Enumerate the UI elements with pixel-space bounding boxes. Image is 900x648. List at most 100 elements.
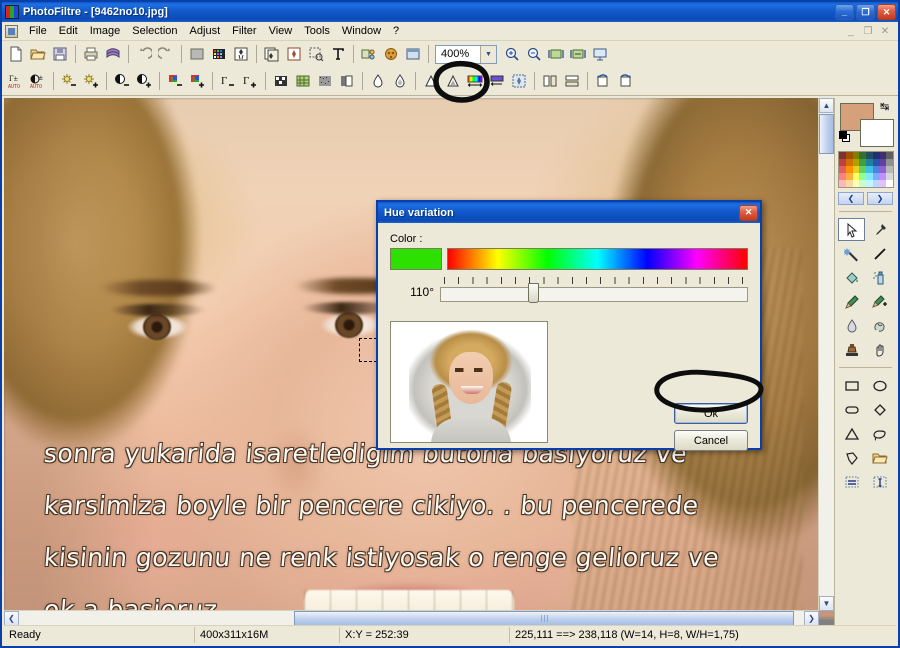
palette-swatch[interactable] bbox=[859, 152, 866, 159]
default-colors-icon[interactable] bbox=[839, 131, 851, 143]
triangle-shape-tool[interactable] bbox=[838, 422, 865, 445]
saturation-minus-button[interactable] bbox=[164, 70, 186, 92]
horizontal-text-button[interactable] bbox=[838, 470, 865, 493]
transparency-button[interactable] bbox=[508, 70, 530, 92]
menu-item-window[interactable]: Window bbox=[336, 24, 387, 38]
palette-swatch[interactable] bbox=[886, 173, 893, 180]
color-palette-grid[interactable] bbox=[838, 151, 894, 188]
rotate-left-button[interactable] bbox=[592, 70, 614, 92]
color-replace-button[interactable] bbox=[486, 70, 508, 92]
palette-swatch[interactable] bbox=[839, 173, 846, 180]
print-button[interactable] bbox=[80, 43, 102, 65]
palette-swatch[interactable] bbox=[845, 173, 853, 180]
palette-swatch[interactable] bbox=[866, 152, 873, 159]
contrast-minus-button[interactable] bbox=[111, 70, 133, 92]
flip-vertical-button[interactable] bbox=[561, 70, 583, 92]
magic-wand-tool[interactable] bbox=[838, 242, 865, 265]
restore-button[interactable]: ❐ bbox=[856, 4, 875, 20]
hand-tool[interactable] bbox=[866, 338, 893, 361]
grayscale-button[interactable] bbox=[186, 43, 208, 65]
horizontal-scrollbar[interactable]: ❮ ❯ bbox=[4, 610, 819, 626]
sharpen-button[interactable] bbox=[420, 70, 442, 92]
new-document-button[interactable] bbox=[5, 43, 27, 65]
palette-swatch[interactable] bbox=[886, 180, 893, 187]
rotate-right-button[interactable] bbox=[614, 70, 636, 92]
paint-bucket-tool[interactable] bbox=[838, 266, 865, 289]
vertical-scrollbar[interactable]: ▲ ▼ bbox=[818, 98, 834, 611]
flip-horizontal-button[interactable] bbox=[539, 70, 561, 92]
redo-button[interactable] bbox=[155, 43, 177, 65]
selection-arrow-tool[interactable] bbox=[838, 218, 865, 241]
layers-button[interactable] bbox=[358, 43, 380, 65]
saturation-plus-button[interactable] bbox=[186, 70, 208, 92]
actual-size-button[interactable] bbox=[567, 43, 589, 65]
save-button[interactable] bbox=[49, 43, 71, 65]
scroll-down-button[interactable]: ▼ bbox=[819, 596, 834, 611]
rounded-rectangle-shape-tool[interactable] bbox=[838, 398, 865, 421]
zoom-in-button[interactable] bbox=[501, 43, 523, 65]
posterize-button[interactable] bbox=[336, 70, 358, 92]
gamma-plus-button[interactable]: Γ bbox=[239, 70, 261, 92]
palette-swatch[interactable] bbox=[839, 152, 846, 159]
palette-swatch[interactable] bbox=[859, 173, 866, 180]
slider-thumb[interactable] bbox=[528, 283, 540, 303]
palette-next-button[interactable]: ❯ bbox=[867, 192, 893, 205]
palette-swatch[interactable] bbox=[859, 166, 866, 173]
palette-swatch[interactable] bbox=[845, 166, 853, 173]
scroll-up-button[interactable]: ▲ bbox=[819, 98, 834, 113]
hue-slider[interactable] bbox=[440, 277, 748, 305]
text-tool-button[interactable] bbox=[327, 43, 349, 65]
palette-prev-button[interactable]: ❮ bbox=[838, 192, 864, 205]
palette-swatch[interactable] bbox=[886, 152, 893, 159]
slider-track[interactable] bbox=[440, 287, 748, 302]
ok-button[interactable]: Ok bbox=[674, 403, 748, 424]
mdi-restore-button[interactable]: ❐ bbox=[861, 26, 875, 37]
noise-button[interactable] bbox=[314, 70, 336, 92]
contrast-plus-button[interactable] bbox=[133, 70, 155, 92]
hue-gradient-bar[interactable] bbox=[447, 248, 748, 270]
palette-swatch[interactable] bbox=[879, 152, 887, 159]
palette-swatch[interactable] bbox=[879, 159, 887, 166]
palette-button[interactable] bbox=[208, 43, 230, 65]
dialog-close-button[interactable]: ✕ bbox=[739, 204, 758, 221]
paintbrush-advanced-tool[interactable] bbox=[866, 290, 893, 313]
palette-swatch[interactable] bbox=[852, 180, 860, 187]
palette-swatch[interactable] bbox=[852, 173, 860, 180]
current-color-swatch[interactable] bbox=[390, 248, 442, 270]
palette-swatch[interactable] bbox=[859, 159, 866, 166]
palette-swatch[interactable] bbox=[872, 166, 880, 173]
mdi-minimize-button[interactable]: _ bbox=[844, 26, 858, 37]
ellipse-shape-tool[interactable] bbox=[866, 374, 893, 397]
palette-swatch[interactable] bbox=[866, 173, 873, 180]
palette-swatch[interactable] bbox=[866, 180, 873, 187]
dither-button[interactable] bbox=[270, 70, 292, 92]
lasso-shape-tool[interactable] bbox=[866, 422, 893, 445]
undo-button[interactable] bbox=[133, 43, 155, 65]
cancel-button[interactable]: Cancel bbox=[674, 430, 748, 451]
smudge-tool[interactable] bbox=[866, 314, 893, 337]
palette-swatch[interactable] bbox=[845, 159, 853, 166]
palette-swatch[interactable] bbox=[879, 180, 887, 187]
effects-button[interactable] bbox=[380, 43, 402, 65]
palette-swatch[interactable] bbox=[886, 159, 893, 166]
mdi-close-button[interactable]: ✕ bbox=[878, 26, 892, 37]
palette-swatch[interactable] bbox=[872, 173, 880, 180]
palette-swatch[interactable] bbox=[872, 180, 880, 187]
menu-item-filter[interactable]: Filter bbox=[226, 24, 262, 38]
palette-swatch[interactable] bbox=[839, 180, 846, 187]
palette-swatch[interactable] bbox=[845, 180, 853, 187]
paintbrush-tool[interactable] bbox=[838, 290, 865, 313]
palette-swatch[interactable] bbox=[852, 152, 860, 159]
scroll-right-button[interactable]: ❯ bbox=[804, 611, 819, 626]
menu-item-view[interactable]: View bbox=[263, 24, 299, 38]
crop-selection-button[interactable] bbox=[305, 43, 327, 65]
soften-button[interactable] bbox=[389, 70, 411, 92]
palette-swatch[interactable] bbox=[879, 166, 887, 173]
vertical-scroll-thumb[interactable] bbox=[819, 114, 834, 154]
copy-image-button[interactable] bbox=[261, 43, 283, 65]
palette-swatch[interactable] bbox=[872, 159, 880, 166]
scroll-left-button[interactable]: ❮ bbox=[4, 611, 19, 626]
menu-item-selection[interactable]: Selection bbox=[126, 24, 183, 38]
palette-swatch[interactable] bbox=[859, 180, 866, 187]
palette-swatch[interactable] bbox=[879, 173, 887, 180]
